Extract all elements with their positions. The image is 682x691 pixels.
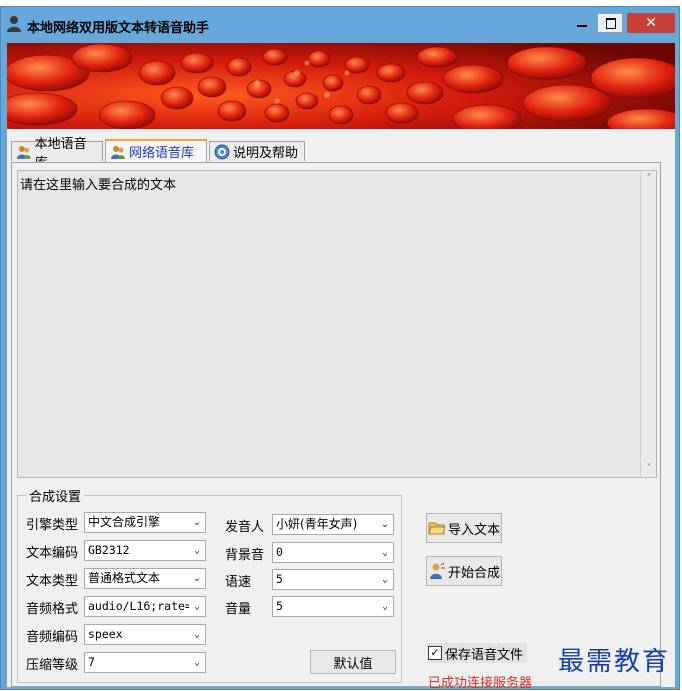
chevron-down-icon: ⌄ (189, 625, 205, 644)
engine-type-value: 中文合成引擎 (88, 515, 161, 529)
import-text-label: 导入文本 (447, 522, 500, 538)
users-icon (16, 145, 31, 159)
text-input-value: 请在这里输入要合成的文本 (20, 178, 177, 193)
client-area: 本地语音库 网络语音库 说明及帮助 请在这里输入要合成的文本 (7, 43, 675, 691)
tab-network-voice-library[interactable]: 网络语音库 (105, 139, 207, 162)
compression-level-label: 压缩等级 (26, 658, 79, 673)
synthesis-settings-group: 合成设置 引擎类型 中文合成引擎 ⌄ 文本编码 GB2312 ⌄ 文本类型 普通… (17, 486, 402, 683)
default-values-label: 默认值 (333, 656, 373, 672)
chevron-down-icon: ⌄ (189, 597, 205, 616)
app-window: 本地网络双用版文本转语音助手 ✕ 本地语音 网络语音库 说明及帮助 请在这里输入… (0, 6, 680, 691)
text-type-value: 普通格式文本 (88, 571, 161, 585)
close-button[interactable]: ✕ (627, 13, 675, 33)
chevron-down-icon: ⌄ (377, 597, 393, 616)
start-synthesis-button[interactable]: 开始合成 (426, 556, 502, 586)
speaker-select[interactable]: 小妍(青年女声) ⌄ (272, 514, 394, 535)
users-network-icon (111, 145, 125, 159)
tab-help[interactable]: 说明及帮助 (209, 141, 305, 161)
checkbox-checked-icon: ✓ (428, 646, 442, 660)
window-title: 本地网络双用版文本转语音助手 (27, 21, 210, 36)
flower-banner-image (7, 43, 675, 129)
speed-select[interactable]: 5 ⌄ (272, 569, 394, 590)
maximize-button[interactable] (597, 13, 623, 33)
chevron-down-icon: ⌄ (189, 653, 205, 672)
volume-label: 音量 (225, 602, 252, 617)
audio-codec-label: 音频编码 (26, 630, 79, 645)
connection-status: 已成功连接服务器 (428, 676, 533, 691)
minimize-button[interactable] (571, 13, 593, 33)
chevron-down-icon: ⌄ (189, 513, 205, 532)
start-synthesis-label: 开始合成 (447, 565, 500, 581)
tab-label: 网络语音库 (129, 146, 195, 161)
chevron-down-icon: ⌄ (377, 570, 393, 589)
import-text-button[interactable]: 导入文本 (426, 513, 502, 543)
background-sound-label: 背景音 (225, 548, 265, 563)
text-type-select[interactable]: 普通格式文本 ⌄ (84, 568, 206, 589)
save-audio-label: 保存语音文件 (445, 647, 524, 663)
chevron-down-icon: ⌄ (189, 541, 205, 560)
text-encoding-label: 文本编码 (26, 546, 79, 561)
tab-local-voice-library[interactable]: 本地语音库 (11, 137, 103, 171)
background-sound-value: 0 (276, 545, 283, 559)
tab-label: 说明及帮助 (233, 146, 299, 161)
default-values-button[interactable]: 默认值 (310, 650, 396, 674)
audio-format-select[interactable]: audio/L16;rate=16000 ⌄ (84, 596, 206, 617)
vertical-scrollbar[interactable]: ˄ ˅ (640, 171, 656, 477)
scroll-down-icon[interactable]: ˅ (644, 464, 654, 474)
volume-select[interactable]: 5 ⌄ (272, 596, 394, 617)
audio-codec-select[interactable]: speex ⌄ (84, 624, 206, 645)
engine-type-select[interactable]: 中文合成引擎 ⌄ (84, 512, 206, 533)
compression-level-value: 7 (88, 655, 95, 669)
text-encoding-value: GB2312 (88, 543, 130, 557)
watermark-logo: 最需教育 (558, 647, 671, 677)
help-icon (214, 144, 230, 159)
chevron-down-icon: ⌄ (189, 569, 205, 588)
chevron-down-icon: ⌄ (377, 543, 393, 562)
compression-level-select[interactable]: 7 ⌄ (84, 652, 206, 673)
title-bar[interactable]: 本地网络双用版文本转语音助手 ✕ (1, 7, 679, 43)
speaker-value: 小妍(青年女声) (276, 517, 358, 531)
engine-type-label: 引擎类型 (26, 518, 79, 533)
scroll-up-icon[interactable]: ˄ (644, 174, 654, 184)
folder-open-icon (428, 522, 446, 535)
speaker-label: 发音人 (225, 520, 265, 535)
close-icon: ✕ (645, 15, 657, 31)
user-speak-icon (429, 562, 445, 579)
audio-format-label: 音频格式 (26, 602, 79, 617)
audio-codec-value: speex (88, 627, 123, 641)
chevron-down-icon: ⌄ (377, 515, 393, 534)
group-title: 合成设置 (26, 486, 85, 505)
app-user-icon (7, 16, 21, 32)
speed-value: 5 (276, 572, 283, 586)
text-encoding-select[interactable]: GB2312 ⌄ (84, 540, 206, 561)
network-voice-panel: 请在这里输入要合成的文本 ˄ ˅ 合成设置 引擎类型 中文合成引擎 ⌄ 文本编码… (11, 162, 661, 691)
save-audio-checkbox[interactable]: ✓ 保存语音文件 (428, 643, 528, 663)
background-sound-select[interactable]: 0 ⌄ (272, 542, 394, 563)
volume-value: 5 (276, 599, 283, 613)
text-type-label: 文本类型 (26, 574, 79, 589)
speed-label: 语速 (225, 575, 252, 590)
text-input-area[interactable]: 请在这里输入要合成的文本 ˄ ˅ (17, 170, 657, 478)
